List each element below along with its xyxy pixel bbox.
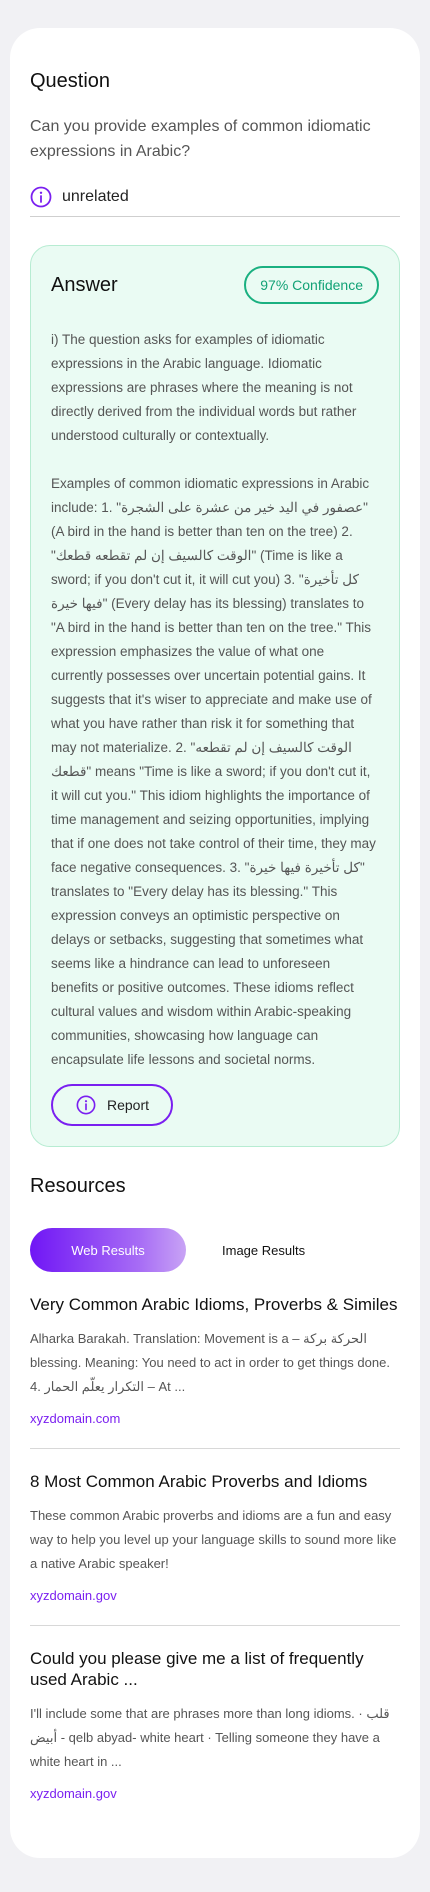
answer-paragraph-2: Examples of common idiomatic expressions…	[51, 476, 376, 1067]
answer-paragraph-1: i) The question asks for examples of idi…	[51, 332, 357, 443]
result-link[interactable]: xyzdomain.com	[30, 1411, 400, 1426]
question-heading: Question	[30, 70, 111, 92]
answer-panel: Answer 97% Confidence i) The question as…	[30, 245, 400, 1147]
result-title[interactable]: Very Common Arabic Idioms, Proverbs & Si…	[30, 1294, 400, 1315]
report-button[interactable]: Report	[51, 1084, 173, 1126]
info-icon	[30, 186, 52, 208]
qa-card: Question Can you provide examples of com…	[10, 28, 420, 1858]
tab-image-results[interactable]: Image Results	[222, 1243, 305, 1258]
result-link[interactable]: xyzdomain.gov	[30, 1588, 400, 1603]
question-text: Can you provide examples of common idiom…	[30, 118, 371, 160]
info-icon	[75, 1094, 97, 1116]
resource-tabs: Web Results Image Results	[30, 1228, 400, 1272]
report-label: Report	[106, 1097, 150, 1113]
result-title[interactable]: 8 Most Common Arabic Proverbs and Idioms	[30, 1471, 400, 1492]
results-list: Very Common Arabic Idioms, Proverbs & Si…	[30, 1272, 400, 1823]
answer-header: Answer 97% Confidence	[51, 266, 379, 304]
category-row: unrelated	[30, 186, 400, 217]
result-title[interactable]: Could you please give me a list of frequ…	[30, 1648, 400, 1690]
confidence-badge: 97% Confidence	[244, 266, 379, 304]
answer-title: Answer	[51, 273, 118, 296]
result-item: Could you please give me a list of frequ…	[30, 1626, 400, 1823]
result-item: 8 Most Common Arabic Proverbs and Idioms…	[30, 1449, 400, 1626]
result-snippet: I'll include some that are phrases more …	[30, 1706, 390, 1769]
result-snippet: These common Arabic proverbs and idioms …	[30, 1508, 397, 1571]
result-link[interactable]: xyzdomain.gov	[30, 1786, 400, 1801]
category-label: unrelated	[62, 188, 129, 205]
resources-heading: Resources	[30, 1175, 126, 1197]
result-snippet: Alharka Barakah. Translation: Movement i…	[30, 1331, 390, 1394]
tab-web-results[interactable]: Web Results	[30, 1228, 186, 1272]
result-item: Very Common Arabic Idioms, Proverbs & Si…	[30, 1272, 400, 1449]
